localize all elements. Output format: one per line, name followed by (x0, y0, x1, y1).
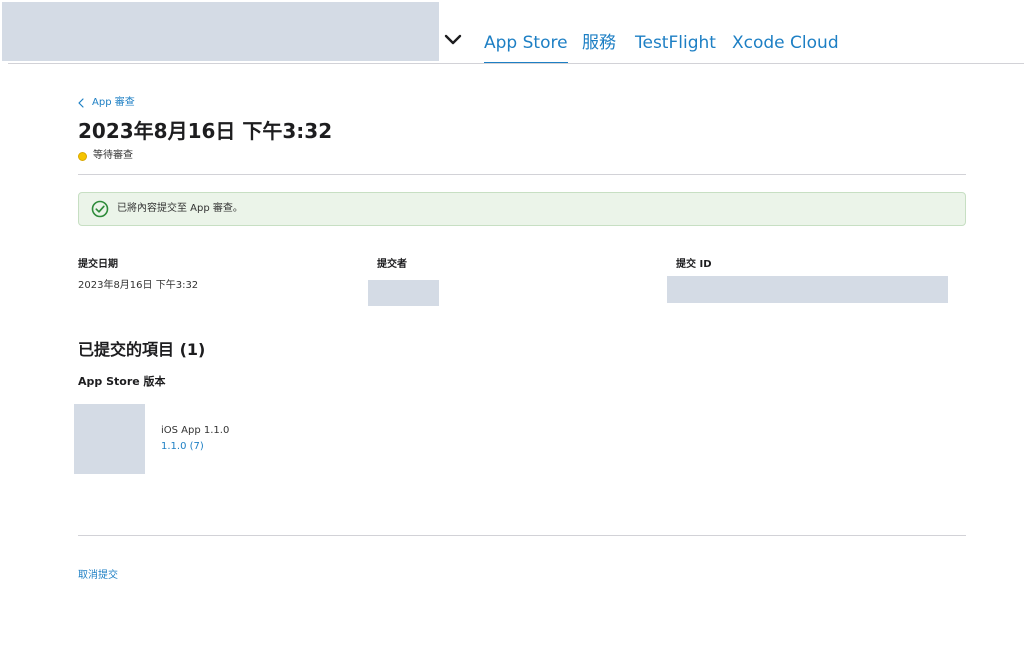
chevron-left-icon (78, 98, 84, 108)
tab-app-store[interactable]: App Store (484, 33, 568, 64)
app-store-version-heading: App Store 版本 (78, 375, 166, 388)
header-divider (8, 63, 1024, 64)
submitter-value-redacted (368, 280, 439, 306)
build-link[interactable]: 1.1.0 (7) (161, 440, 204, 454)
divider (78, 535, 966, 536)
status-indicator: 等待審查 (78, 149, 133, 163)
tab-services[interactable]: 服務 (582, 33, 616, 53)
app-picker-redacted[interactable] (2, 2, 439, 61)
submitted-date-value: 2023年8月16日 下午3:32 (78, 280, 199, 291)
tab-xcode-cloud[interactable]: Xcode Cloud (732, 33, 839, 53)
back-link-label: App 審查 (92, 97, 135, 108)
top-navigation-bar: App Store 服務 TestFlight Xcode Cloud (0, 0, 1024, 66)
submission-id-value-redacted (667, 276, 948, 303)
success-message: 已將內容提交至 App 審查。 (117, 203, 243, 214)
chevron-down-icon[interactable] (443, 33, 463, 47)
divider (78, 174, 966, 175)
submitted-items-heading: 已提交的項目 (1) (78, 340, 206, 359)
submitter-label: 提交者 (377, 259, 407, 270)
back-to-app-review-link[interactable]: App 審查 (78, 96, 135, 110)
app-version-name: iOS App 1.1.0 (161, 425, 230, 436)
app-icon-redacted (74, 404, 145, 474)
pending-status-dot-icon (78, 151, 87, 161)
page-title: 2023年8月16日 下午3:32 (78, 119, 333, 143)
status-text: 等待審查 (93, 150, 133, 161)
submitted-date-label: 提交日期 (78, 259, 118, 270)
success-banner: 已將內容提交至 App 審查。 (78, 192, 966, 226)
checkmark-circle-icon (91, 200, 109, 218)
cancel-submission-link[interactable]: 取消提交 (78, 569, 118, 583)
tab-testflight[interactable]: TestFlight (635, 33, 716, 53)
submission-id-label: 提交 ID (676, 259, 712, 270)
